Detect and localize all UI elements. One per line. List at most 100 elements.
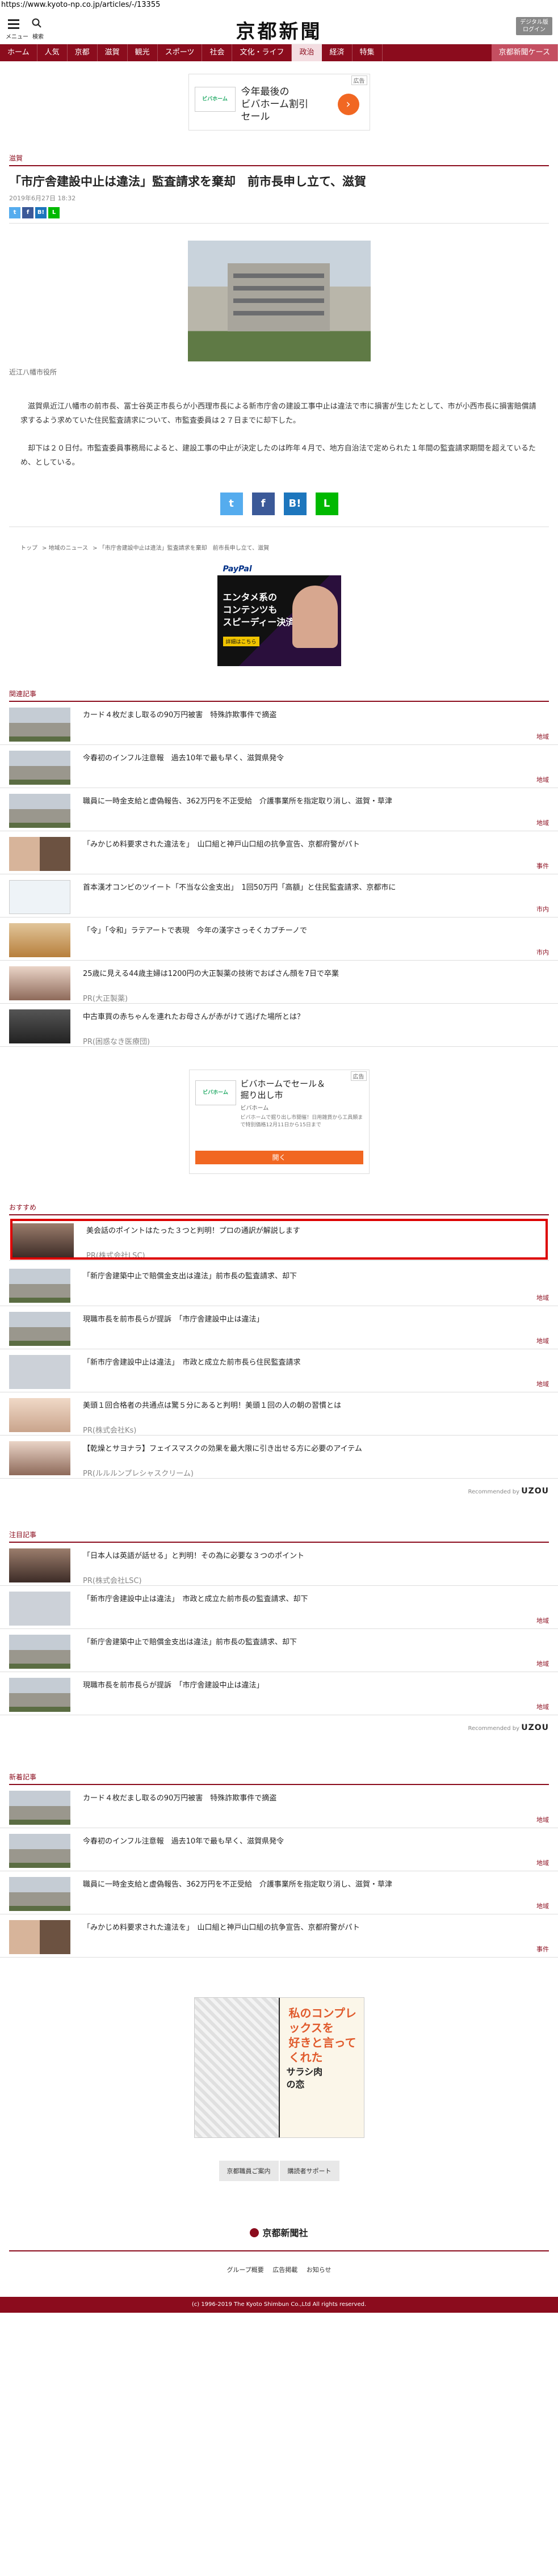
list-item[interactable]: カード４枚だまし取るの90万円被害 特殊詐欺事件で摘盗 地域 bbox=[0, 1785, 558, 1828]
nav-features[interactable]: 特集 bbox=[353, 44, 383, 61]
search-icon[interactable] bbox=[32, 18, 42, 28]
address-bar[interactable]: https://www.kyoto-np.co.jp/articles/-/13… bbox=[0, 0, 558, 10]
facebook-icon[interactable]: f bbox=[22, 207, 33, 218]
subscriber-support-button[interactable]: 購読者サポート bbox=[279, 2161, 339, 2181]
thumbnail bbox=[9, 1635, 70, 1669]
item-title: 「みかじめ料要求された違法を」 山口組と神戸山口組の抗争宣告、京都府警がパト bbox=[83, 840, 360, 849]
list-item[interactable]: 「みかじめ料要求された違法を」 山口組と神戸山口組の抗争宣告、京都府警がパト 事件 bbox=[0, 1914, 558, 1958]
list-item[interactable]: 中古車買の赤ちゃんを連れたお母さんが赤がけて逃げた場所とは？ PR(困惑なき医療団… bbox=[0, 1004, 558, 1047]
manga-title: サラシ肉 の恋 bbox=[286, 2066, 323, 2090]
nav-politics[interactable]: 政治 bbox=[292, 44, 322, 61]
recommended-by[interactable]: Recommended by UZOU bbox=[9, 1487, 549, 1496]
breadcrumb-link[interactable]: トップ bbox=[20, 545, 37, 552]
nav-home[interactable]: ホーム bbox=[0, 44, 37, 61]
article-body: 滋賀県近江八幡市の前市長、冨士谷英正市長らが小西理市長による新市庁舎の建設工事中… bbox=[20, 399, 538, 470]
list-item[interactable]: 「みかじめ料要求された違法を」 山口組と神戸山口組の抗争宣告、京都府警がパト 事件 bbox=[0, 831, 558, 874]
item-title: 「令」「令和」ラテアートで表現 今年の漢字さっそくカプチーノで bbox=[83, 927, 307, 935]
recommended-by[interactable]: Recommended by UZOU bbox=[9, 1723, 549, 1732]
digital-login-button[interactable]: デジタル版 ログイン bbox=[516, 17, 552, 35]
copyright: (c) 1996-2019 The Kyoto Shimbun Co.,Ltd … bbox=[0, 2297, 558, 2313]
mid-ad-banner[interactable]: 広告 ビバホーム ビバホームでセール＆ 掘り出し市 ビバホーム ビバホームで掘り… bbox=[188, 1070, 370, 1174]
ad-text: 今年最後の ビバホーム割引 セール bbox=[241, 86, 309, 123]
nav-society[interactable]: 社会 bbox=[202, 44, 233, 61]
thumbnail bbox=[12, 1223, 74, 1257]
footer-link[interactable]: お知らせ bbox=[307, 2266, 332, 2274]
menu-icon[interactable] bbox=[8, 19, 19, 31]
footer-logo-text: 京都新聞社 bbox=[262, 2228, 308, 2238]
item-category: 地域 bbox=[536, 1380, 549, 1388]
ad-cta[interactable]: 詳細はこちら bbox=[223, 637, 259, 646]
twitter-icon[interactable]: t bbox=[220, 493, 243, 515]
paypal-ad[interactable]: PayPal エンタメ系の コンテンツも スピーディー決済！ 詳細はこちら bbox=[217, 563, 341, 666]
category-nav: ホーム 人気 京都 滋賀 観光 スポーツ 社会 文化・ライフ 政治 経済 特集 … bbox=[0, 44, 558, 61]
line-icon[interactable]: L bbox=[315, 493, 338, 515]
thumbnail bbox=[9, 1009, 70, 1043]
top-ad-banner[interactable]: 広告 ビバホーム 今年最後の ビバホーム割引 セール › bbox=[188, 74, 370, 131]
list-item[interactable]: 首本漢才コンビのツイート「不当な公金支出」 1回50万円「高額」と住民監査請求、… bbox=[0, 874, 558, 917]
list-item[interactable]: 今春初のインフル注意報 過去10年で最も早く、滋賀県発令 地域 bbox=[0, 1828, 558, 1871]
list-item[interactable]: 美会話のポイントはたった３つと判明！プロの通訳が解説します PR(株式会社LSC) bbox=[9, 1218, 549, 1261]
manga-tagline: 私のコンプレックスを 好きと言ってくれた bbox=[288, 2006, 356, 2064]
powered-by-label: Recommended by bbox=[468, 1489, 520, 1495]
footer-link[interactable]: 広告掲載 bbox=[272, 2266, 297, 2274]
list-item[interactable]: 職員に一時金支給と虚偽報告、362万円を不正受給 介護事業所を指定取り消し、滋賀… bbox=[0, 788, 558, 831]
nav-shiga[interactable]: 滋賀 bbox=[98, 44, 128, 61]
ad-arrow-icon[interactable]: › bbox=[337, 94, 359, 115]
recommend-heading: おすすめ bbox=[9, 1203, 37, 1211]
item-category: 地域 bbox=[536, 819, 549, 827]
thumbnail bbox=[9, 1592, 70, 1626]
footer-links: グループ概要 広告掲載 お知らせ bbox=[0, 2265, 558, 2274]
nav-sports[interactable]: スポーツ bbox=[158, 44, 203, 61]
thumbnail bbox=[9, 880, 70, 914]
list-item[interactable]: 美頭１回合格者の共通点は驚５分にあると判明！美頭１回の人の朝の習慣とは PR(株式… bbox=[0, 1392, 558, 1436]
item-title: 【乾燥とサヨナラ】フェイスマスクの効果を最大限に引き出せる方に必要のアイテム bbox=[83, 1445, 362, 1453]
item-sponsor: PR(大正製薬) bbox=[83, 995, 128, 1003]
item-sponsor: PR(ルルルンプレシャスクリーム) bbox=[83, 1470, 194, 1478]
nav-popular[interactable]: 人気 bbox=[37, 44, 68, 61]
uzou-logo: UZOU bbox=[521, 1487, 549, 1496]
line-icon[interactable]: L bbox=[48, 207, 60, 218]
item-title: 今春初のインフル注意報 過去10年で最も早く、滋賀県発令 bbox=[83, 754, 284, 763]
ad-open-button[interactable]: 開く bbox=[195, 1151, 363, 1164]
site-logo[interactable]: 京都新聞 bbox=[236, 16, 322, 44]
article-category[interactable]: 滋賀 bbox=[9, 153, 558, 163]
nav-tourism[interactable]: 観光 bbox=[128, 44, 158, 61]
share-bar-top: t f B! L bbox=[9, 207, 549, 218]
breadcrumb-link[interactable]: 地域のニュース bbox=[49, 545, 89, 552]
list-item[interactable]: 25歳に見える44歳主婦は1200円の大正製薬の技術でおばさん顔を7日で卒業 PR… bbox=[0, 961, 558, 1004]
nav-economy[interactable]: 経済 bbox=[322, 44, 353, 61]
hatena-icon[interactable]: B! bbox=[283, 493, 307, 515]
list-item[interactable]: 今春初のインフル注意報 過去10年で最も早く、滋賀県発令 地域 bbox=[0, 745, 558, 788]
hatena-icon[interactable]: B! bbox=[35, 207, 47, 218]
list-item[interactable]: 「令」「令和」ラテアートで表現 今年の漢字さっそくカプチーノで 市内 bbox=[0, 917, 558, 961]
item-title: 「新庁舎建築中止で賠償金支出は違法」前市長の監査請求、却下 bbox=[83, 1272, 297, 1281]
footer-link[interactable]: グループ概要 bbox=[226, 2266, 263, 2274]
manga-ad[interactable]: 私のコンプレックスを 好きと言ってくれた サラシ肉 の恋 bbox=[194, 1997, 364, 2138]
list-item[interactable]: 職員に一時金支給と虚偽報告、362万円を不正受給 介護事業所を指定取り消し、滋賀… bbox=[0, 1871, 558, 1914]
twitter-icon[interactable]: t bbox=[9, 207, 20, 218]
thumbnail bbox=[9, 1398, 70, 1432]
thumbnail bbox=[9, 1355, 70, 1389]
item-title: 今春初のインフル注意報 過去10年で最も早く、滋賀県発令 bbox=[83, 1837, 284, 1846]
article-title: 「市庁舎建設中止は違法」監査請求を棄却 前市長申し立て、滋賀 bbox=[9, 175, 366, 188]
recommend-list: 美会話のポイントはたった３つと判明！プロの通訳が解説します PR(株式会社LSC)… bbox=[0, 1218, 558, 1479]
list-item[interactable]: 「新市庁舎建設中止は違法」 市政と成立た前市長の監査請求、却下 地域 bbox=[0, 1586, 558, 1629]
list-item[interactable]: 「日本人は英語が話せる」と判明！その為に必要な３つのポイント PR(株式会社LSC… bbox=[0, 1543, 558, 1586]
facebook-icon[interactable]: f bbox=[251, 493, 275, 515]
list-item[interactable]: 「新市庁舎建設中止は違法」 市政と成立た前市長ら住民監査請求 地域 bbox=[0, 1349, 558, 1392]
list-item[interactable]: カード４枚だまし取るの90万円被害 特殊詐欺事件で摘盗 地域 bbox=[0, 702, 558, 745]
list-item[interactable]: 「新庁舎建築中止で賠償金支出は違法」前市長の監査請求、却下 地域 bbox=[0, 1263, 558, 1306]
ad-message: エンタメ系の コンテンツも スピーディー決済！ bbox=[223, 592, 304, 628]
item-sponsor: PR(株式会社Ks) bbox=[83, 1426, 137, 1435]
nav-dropdown[interactable]: 京都新聞ケース bbox=[491, 44, 558, 61]
thumbnail bbox=[9, 1312, 70, 1346]
nav-culture[interactable]: 文化・ライフ bbox=[232, 44, 292, 61]
nav-kyoto[interactable]: 京都 bbox=[68, 44, 98, 61]
footer-logo[interactable]: 京都新聞社 bbox=[0, 2225, 558, 2239]
list-item[interactable]: 現職市長を前市長らが提訴 「市庁舎建設中止は違法」 地域 bbox=[0, 1306, 558, 1349]
list-item[interactable]: 現職市長を前市長らが提訴 「市庁舎建設中止は違法」 地域 bbox=[0, 1672, 558, 1715]
attention-heading: 注目記事 bbox=[9, 1531, 37, 1539]
staff-info-button[interactable]: 京都職員ご案内 bbox=[219, 2161, 279, 2181]
list-item[interactable]: 【乾燥とサヨナラ】フェイスマスクの効果を最大限に引き出せる方に必要のアイテム PR… bbox=[0, 1436, 558, 1479]
list-item[interactable]: 「新庁舎建築中止で賠償金支出は違法」前市長の監査請求、却下 地域 bbox=[0, 1629, 558, 1672]
